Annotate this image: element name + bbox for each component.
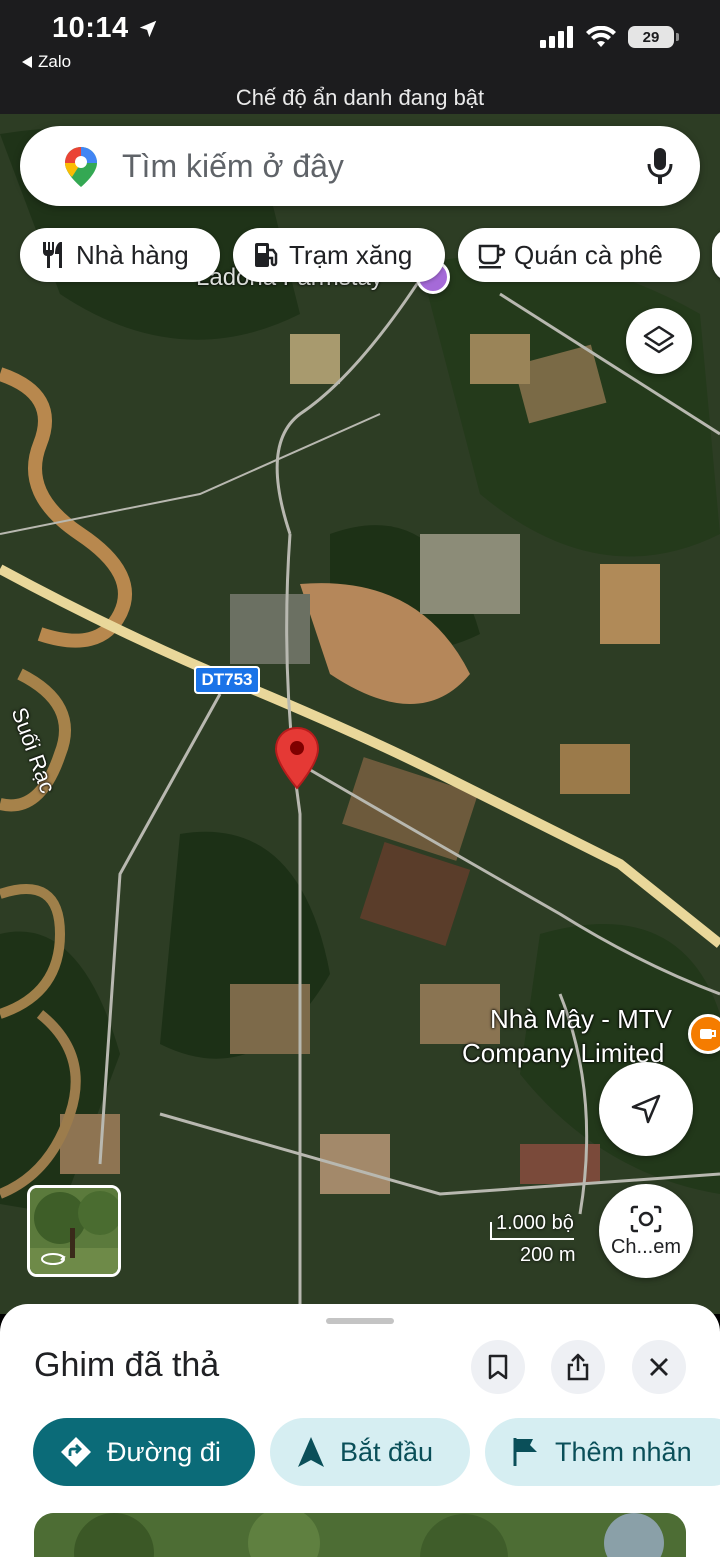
add-label-button[interactable]: Thêm nhãn (485, 1418, 720, 1486)
flag-icon (513, 1438, 537, 1466)
coffee-icon (478, 244, 506, 269)
scale-imperial: 1.000 bộ (496, 1212, 574, 1234)
share-icon (567, 1353, 589, 1381)
start-label: Bắt đầu (340, 1436, 434, 1467)
lens-button[interactable]: Ch...em (599, 1184, 693, 1278)
back-to-app-button[interactable]: Zalo (22, 52, 71, 72)
coffee-shop-marker-icon[interactable] (688, 1014, 720, 1054)
share-button[interactable] (551, 1340, 605, 1394)
add-label-label: Thêm nhãn (555, 1436, 692, 1467)
directions-label: Đường đi (107, 1436, 221, 1467)
chip-gas-station-label: Trạm xăng (289, 239, 413, 270)
sheet-drag-handle[interactable] (326, 1318, 394, 1324)
scale-metric: 200 m (520, 1244, 576, 1266)
place-photo-image (34, 1513, 686, 1557)
location-arrow-icon (139, 20, 156, 37)
street-view-thumbnail[interactable] (27, 1185, 121, 1277)
chip-coffee-label: Quán cà phê (514, 239, 663, 270)
status-time: 10:14 (52, 12, 159, 45)
360-rotate-icon (41, 1253, 66, 1265)
back-triangle-icon (22, 56, 32, 68)
chip-restaurant-label: Nhà hàng (76, 239, 189, 270)
signal-icon (540, 26, 573, 48)
bookmark-icon (488, 1354, 508, 1380)
layers-button[interactable] (626, 308, 692, 374)
lens-label: Ch...em (610, 1235, 682, 1258)
coffee-cup-icon (700, 1029, 716, 1039)
gas-station-icon (255, 243, 278, 267)
close-button[interactable] (632, 1340, 686, 1394)
time-text: 10:14 (52, 12, 129, 44)
search-placeholder[interactable]: Tìm kiếm ở đây (122, 148, 344, 185)
directions-button[interactable]: Đường đi (33, 1418, 255, 1486)
chip-coffee[interactable]: Quán cà phê (458, 228, 700, 282)
sheet-title: Ghim đã thả (34, 1346, 220, 1384)
road-shield: DT753 (194, 666, 260, 694)
layers-icon (643, 325, 675, 354)
battery-level: 29 (642, 28, 660, 46)
place-photo[interactable] (34, 1513, 686, 1557)
close-icon (650, 1358, 668, 1376)
camera-lens-icon (630, 1205, 662, 1232)
poi-label-line1[interactable]: Nhà Mây - MTV (490, 1004, 672, 1035)
status-bar: 10:14 Zalo 29 (0, 0, 720, 84)
wifi-icon (586, 26, 616, 47)
chip-restaurant[interactable]: Nhà hàng (20, 228, 220, 282)
navigation-arrow-icon (631, 1094, 661, 1124)
navigation-arrow-icon (298, 1437, 324, 1467)
incognito-banner[interactable]: Chế độ ẩn danh đang bật (0, 84, 720, 114)
save-button[interactable] (471, 1340, 525, 1394)
restaurant-icon (43, 242, 62, 268)
battery-indicator: 29 (628, 26, 679, 48)
search-bar[interactable]: Tìm kiếm ở đây (20, 126, 700, 206)
back-app-label: Zalo (38, 52, 72, 71)
microphone-icon[interactable] (646, 146, 674, 186)
my-location-button[interactable] (599, 1062, 693, 1156)
chip-gas-station[interactable]: Trạm xăng (233, 228, 445, 282)
dropped-pin-icon[interactable] (274, 726, 320, 790)
directions-icon (61, 1437, 91, 1467)
start-button[interactable]: Bắt đầu (270, 1418, 470, 1486)
google-maps-logo-icon (65, 147, 97, 187)
